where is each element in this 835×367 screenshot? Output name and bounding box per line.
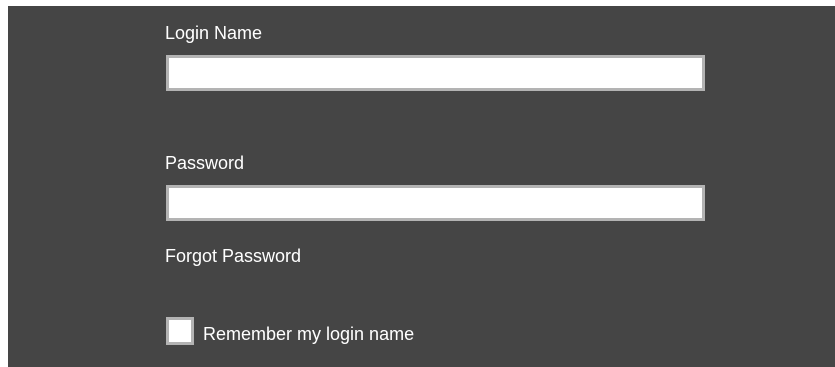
login-name-label: Login Name (165, 23, 263, 43)
password-input[interactable] (166, 185, 705, 221)
remember-login-label[interactable]: Remember my login name (203, 323, 414, 345)
remember-login-checkbox[interactable] (166, 317, 194, 345)
login-form-panel: Login Name Password Forgot Password Reme… (8, 6, 835, 367)
forgot-password-link[interactable]: Forgot Password (165, 245, 301, 267)
password-label: Password (165, 153, 245, 173)
login-name-input[interactable] (166, 55, 705, 91)
